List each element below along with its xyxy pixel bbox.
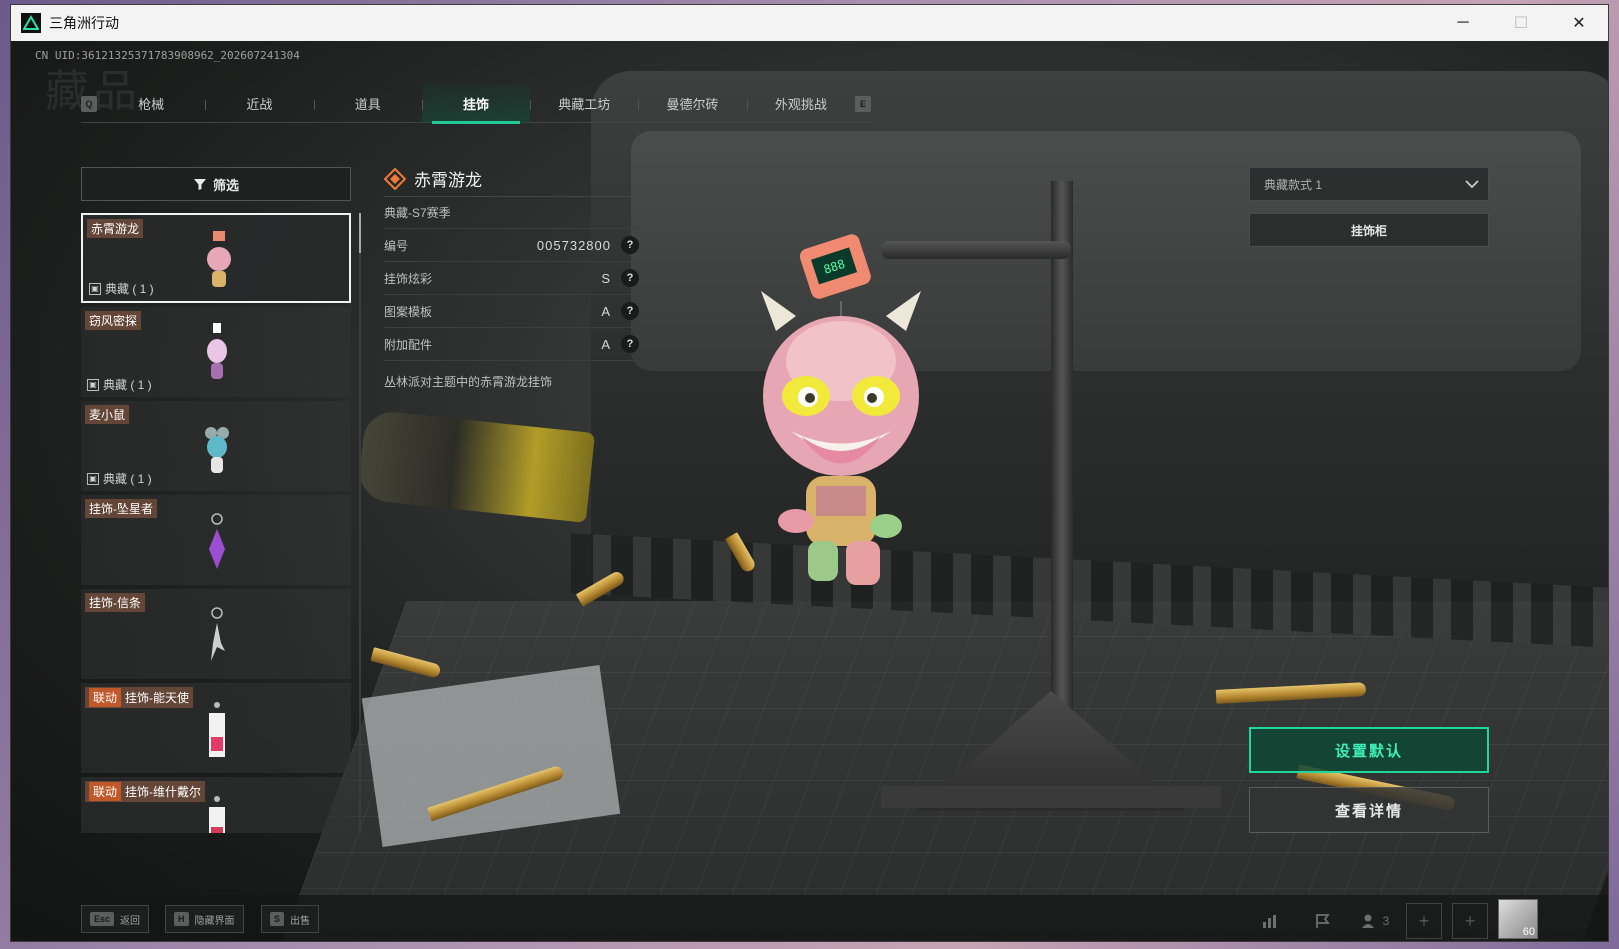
detail-row-accessory: 附加配件 A ? (384, 328, 639, 361)
detail-season: 典藏-S7赛季 (384, 197, 639, 229)
style-select-value: 典藏款式 1 (1264, 177, 1323, 192)
stats-icon[interactable] (1250, 905, 1292, 937)
player-avatar[interactable]: 60 (1498, 899, 1538, 939)
list-item[interactable]: 挂饰-坠星者 (81, 495, 351, 585)
detail-title: 赤霄游龙 (414, 171, 482, 190)
display-stand-foot (881, 786, 1221, 808)
minimize-button[interactable]: ─ (1434, 5, 1492, 41)
item-meta: ▣ 典藏 ( 1 ) (89, 280, 154, 297)
uid-label: CN UID:361213253717839089​62_20260724130… (35, 49, 300, 62)
item-thumbnail (209, 513, 225, 569)
style-select[interactable]: 典藏款式 1 (1249, 167, 1489, 201)
game-viewport: 888 藏品 CN UID:361213253717839089​62_2026… (11, 41, 1608, 941)
collab-tag: 联动 (89, 688, 122, 707)
item-name: 联动 挂饰-能天使 (85, 687, 194, 708)
bottom-bar: Esc 返回 H 隐藏界面 S 出售 3 + + 60 (11, 895, 1608, 941)
hide-ui-button[interactable]: H 隐藏界面 (165, 905, 244, 933)
view-details-button[interactable]: 查看详情 (1249, 787, 1489, 833)
detail-row-serial: 编号 005732800 ? (384, 229, 639, 262)
charm-cabinet-button[interactable]: 挂饰柜 (1249, 213, 1489, 247)
item-name: 麦小鼠 (85, 405, 130, 424)
item-name: 联动 挂饰-维什戴尔 (85, 781, 206, 802)
item-name: 赤霄游龙 (87, 219, 144, 238)
list-item[interactable]: 联动 挂饰-能天使 (81, 683, 351, 773)
set-default-button[interactable]: 设置默认 (1249, 727, 1489, 773)
collection-icon: ▣ (89, 282, 101, 295)
flag-icon[interactable] (1302, 905, 1344, 937)
list-item[interactable]: 赤霄游龙 ▣ 典藏 ( 1 ) (81, 213, 351, 303)
maximize-button[interactable]: ☐ (1492, 5, 1550, 41)
item-meta: ▣ 典藏 ( 1 ) (87, 376, 152, 393)
tab-guns[interactable]: 枪械 (97, 85, 205, 123)
player-level: 60 (1522, 926, 1535, 938)
title-bar: 三角洲行动 ─ ☐ ✕ (11, 5, 1608, 41)
background-spray-can (356, 409, 596, 523)
game-window: 三角洲行动 ─ ☐ ✕ 888 藏品 CN UID:36121325371783… (10, 4, 1609, 942)
list-item[interactable]: 麦小鼠 ▣ 典藏 ( 1 ) (81, 401, 351, 491)
tab-mandel-brick[interactable]: 曼德尔砖 (638, 85, 746, 123)
item-thumbnail (205, 427, 229, 473)
tab-prev-key-hint[interactable]: Q (81, 95, 97, 112)
item-thumbnail (207, 231, 231, 287)
category-tabs: Q 枪械 近战 道具 挂饰 典藏工坊 曼德尔砖 外观挑战 E (81, 84, 871, 124)
item-thumbnail (209, 702, 225, 757)
close-button[interactable]: ✕ (1550, 5, 1608, 41)
tab-charms[interactable]: 挂饰 (421, 84, 531, 124)
item-name: 挂饰-坠星者 (85, 499, 157, 518)
item-meta: ▣ 典藏 ( 1 ) (87, 470, 152, 487)
detail-row-color: 挂饰炫彩 S ? (384, 262, 639, 295)
filter-label: 筛选 (212, 177, 239, 193)
help-icon[interactable]: ? (621, 335, 639, 353)
list-item[interactable]: 联动 挂饰-维什戴尔 (81, 777, 351, 833)
display-stand-pole (1051, 181, 1073, 741)
item-name: 挂饰-信条 (85, 593, 145, 612)
filter-icon (193, 179, 206, 190)
help-icon[interactable]: ? (621, 236, 639, 254)
window-title: 三角洲行动 (49, 15, 119, 31)
filter-button[interactable]: 筛选 (81, 167, 351, 201)
help-icon[interactable]: ? (621, 302, 639, 320)
item-name: 窃风密探 (85, 311, 142, 330)
item-thumbnail (211, 607, 225, 661)
list-scrollbar[interactable] (359, 213, 361, 833)
tab-melee[interactable]: 近战 (205, 85, 313, 123)
help-icon[interactable]: ? (621, 269, 639, 287)
list-item[interactable]: 窃风密探 ▣ 典藏 ( 1 ) (81, 307, 351, 397)
tab-appearance-challenge[interactable]: 外观挑战 (746, 85, 855, 123)
party-count: 3 (1382, 914, 1390, 928)
detail-description: 丛林派对主题中的赤霄游龙挂饰 (384, 375, 553, 389)
collab-tag: 联动 (89, 782, 122, 801)
rarity-diamond-icon (384, 167, 406, 190)
dragon-charm-model[interactable]: 888 (746, 221, 936, 601)
item-thumbnail (209, 796, 225, 833)
party-icon[interactable]: 3 (1354, 905, 1396, 937)
collection-icon: ▣ (87, 378, 99, 391)
list-item[interactable]: 挂饰-信条 (81, 589, 351, 679)
list-scroll-thumb[interactable] (359, 213, 361, 253)
charm-list: 赤霄游龙 ▣ 典藏 ( 1 ) 窃风密探 ▣ 典藏 ( 1 ) 麦小鼠 ▣ 典藏 ( … (81, 213, 351, 833)
detail-header: 赤霄游龙 (384, 161, 639, 197)
sell-button[interactable]: S 出售 (261, 905, 320, 933)
detail-row-pattern: 图案模板 A ? (384, 295, 639, 328)
collection-icon: ▣ (87, 472, 99, 485)
app-logo-icon (21, 13, 41, 33)
item-thumbnail (207, 323, 227, 379)
tab-workshop[interactable]: 典藏工坊 (530, 85, 638, 123)
tab-items[interactable]: 道具 (313, 85, 422, 123)
chevron-down-icon (1465, 180, 1479, 189)
detail-panel: 赤霄游龙 典藏-S7赛季 编号 005732800 ? 挂饰炫彩 S ? 图案模… (384, 161, 639, 390)
party-slot-add[interactable]: + (1452, 903, 1488, 939)
tab-next-key-hint[interactable]: E (854, 95, 871, 112)
party-slot-add[interactable]: + (1406, 903, 1442, 939)
back-button[interactable]: Esc 返回 (81, 905, 150, 933)
